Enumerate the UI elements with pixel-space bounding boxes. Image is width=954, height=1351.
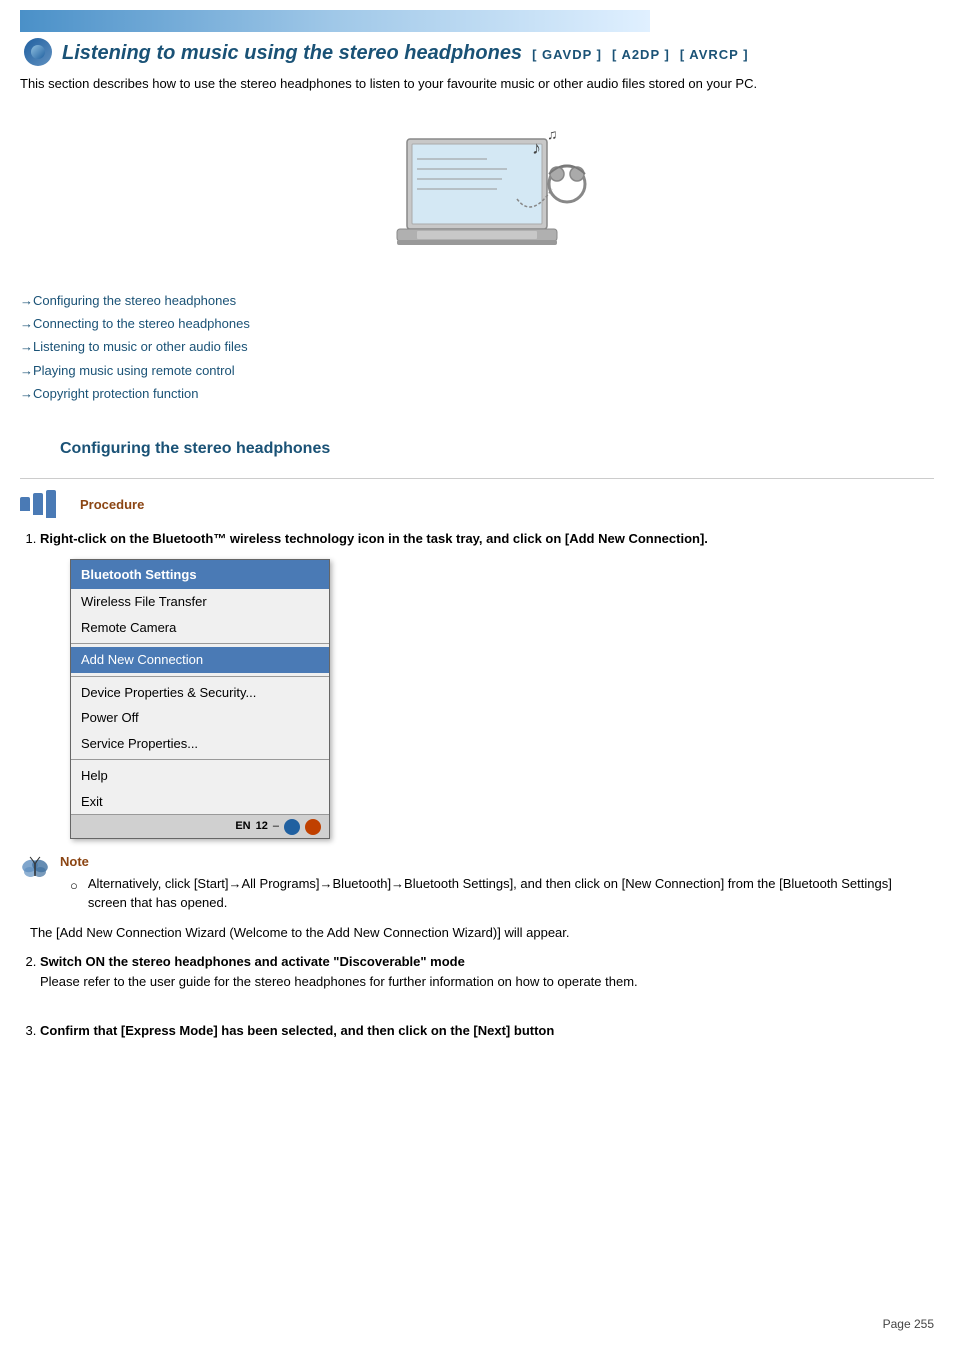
menu-item-help[interactable]: Help — [71, 763, 329, 789]
context-menu-container: Bluetooth Settings Wireless File Transfe… — [70, 559, 370, 839]
menu-item-service-props[interactable]: Service Properties... — [71, 731, 329, 757]
procedure-area: Procedure Right-click on the Bluetooth™ … — [20, 489, 934, 839]
step-3: Confirm that [Express Mode] has been sel… — [40, 1021, 934, 1041]
note-label: Note — [60, 854, 934, 869]
note-list: ○ Alternatively, click [Start]→All Progr… — [60, 874, 934, 913]
taskbar-icon-orange — [305, 819, 321, 835]
taskbar-en: EN — [235, 818, 250, 835]
bar-1 — [20, 497, 30, 511]
bar-2 — [33, 493, 43, 515]
link-5[interactable]: →Copyright protection function — [20, 382, 934, 405]
menu-divider-1 — [71, 643, 329, 644]
svg-text:♪: ♪ — [532, 138, 541, 158]
note-bullet: ○ — [70, 876, 78, 913]
bar-3 — [46, 490, 56, 518]
step-3-bold: Confirm that [Express Mode] has been sel… — [40, 1023, 554, 1038]
procedure-header: Procedure — [20, 489, 934, 519]
page-number: Page 255 — [883, 1317, 934, 1331]
note-content: Note ○ Alternatively, click [Start]→All … — [60, 854, 934, 913]
section-heading: Configuring the stereo headphones — [20, 440, 934, 458]
title-tag1: [ GAVDP ] — [532, 47, 602, 62]
note-icon — [20, 854, 50, 884]
context-menu: Bluetooth Settings Wireless File Transfe… — [70, 559, 330, 839]
steps-list-2: Switch ON the stereo headphones and acti… — [40, 952, 934, 1041]
link-1[interactable]: →Configuring the stereo headphones — [20, 289, 934, 312]
steps-list: Right-click on the Bluetooth™ wireless t… — [40, 529, 934, 839]
page-title: Listening to music using the stereo head… — [62, 42, 522, 65]
top-banner — [20, 10, 650, 32]
step-2-normal: Please refer to the user guide for the s… — [40, 974, 638, 989]
page-icon-inner — [31, 45, 45, 59]
step-1-text: Right-click on the Bluetooth™ wireless t… — [40, 531, 708, 546]
section-divider — [20, 478, 934, 479]
menu-item-wireless[interactable]: Wireless File Transfer — [71, 589, 329, 615]
procedure-icon — [20, 489, 70, 519]
note-text: Alternatively, click [Start]→All Program… — [88, 874, 934, 913]
note-item-1: ○ Alternatively, click [Start]→All Progr… — [70, 874, 934, 913]
link-2[interactable]: →Connecting to the stereo headphones — [20, 312, 934, 335]
link-4[interactable]: →Playing music using remote control — [20, 359, 934, 382]
menu-item-device-props[interactable]: Device Properties & Security... — [71, 680, 329, 706]
step-1: Right-click on the Bluetooth™ wireless t… — [40, 529, 934, 839]
note-section: Note ○ Alternatively, click [Start]→All … — [20, 854, 934, 913]
menu-divider-2 — [71, 676, 329, 677]
step-2-bold: Switch ON the stereo headphones and acti… — [40, 954, 465, 969]
page-title-area: Listening to music using the stereo head… — [20, 38, 934, 66]
menu-divider-3 — [71, 759, 329, 760]
menu-item-power-off[interactable]: Power Off — [71, 705, 329, 731]
svg-text:♫: ♫ — [547, 126, 558, 142]
intro-text: This section describes how to use the st… — [20, 74, 934, 94]
taskbar-icon-blue — [284, 819, 300, 835]
wizard-text: The [Add New Connection Wizard (Welcome … — [30, 923, 934, 943]
menu-footer: EN 12 – — [71, 814, 329, 838]
title-tag3: [ AVRCP ] — [680, 47, 749, 62]
procedure-label: Procedure — [80, 497, 144, 512]
menu-header: Bluetooth Settings — [71, 560, 329, 590]
step-2: Switch ON the stereo headphones and acti… — [40, 952, 934, 991]
title-tag2: [ A2DP ] — [612, 47, 670, 62]
menu-item-exit[interactable]: Exit — [71, 789, 329, 815]
taskbar-dash: – — [273, 818, 279, 835]
laptop-illustration: ♪ ♫ — [20, 109, 934, 269]
menu-item-add-connection[interactable]: Add New Connection — [71, 647, 329, 673]
page-icon — [24, 38, 52, 66]
links-section: →Configuring the stereo headphones →Conn… — [20, 289, 934, 406]
menu-item-camera[interactable]: Remote Camera — [71, 615, 329, 641]
taskbar-num: 12 — [256, 818, 268, 835]
link-3[interactable]: →Listening to music or other audio files — [20, 335, 934, 358]
